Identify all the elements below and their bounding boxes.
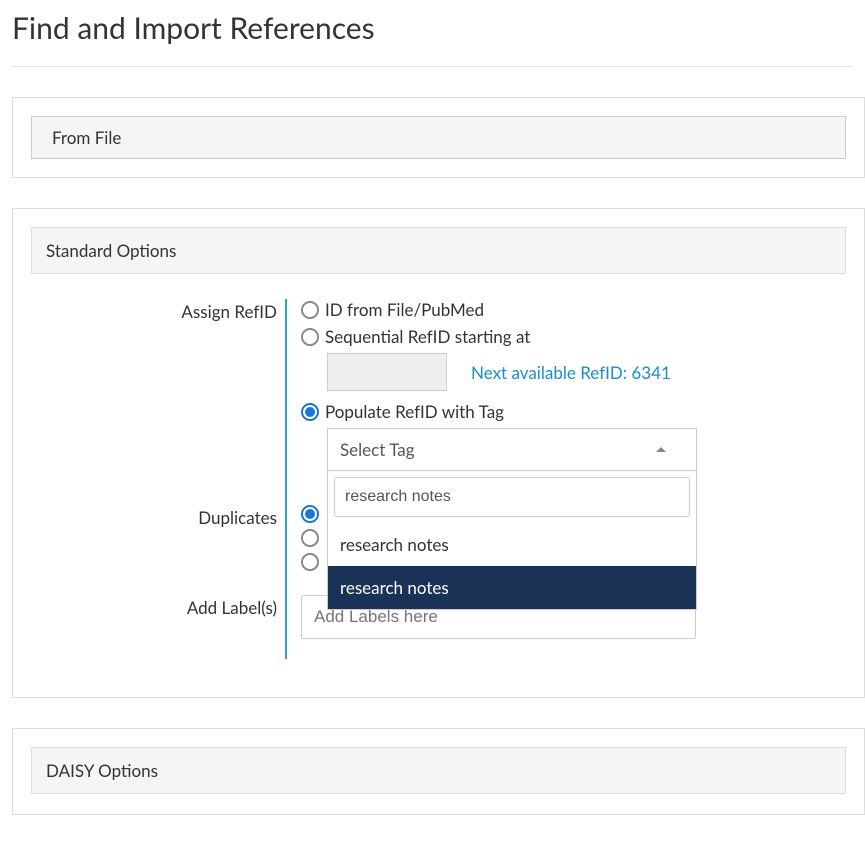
duplicates-label: Duplicates bbox=[151, 507, 281, 528]
source-panel: From File bbox=[12, 97, 865, 178]
radio-icon bbox=[301, 328, 319, 346]
daisy-options-panel: DAISY Options bbox=[12, 728, 865, 815]
standard-options-panel: Standard Options Assign RefID ? ! ID fro… bbox=[12, 208, 865, 698]
chevron-up-icon bbox=[656, 447, 666, 452]
refid-radio-tag-label: Populate RefID with Tag bbox=[325, 401, 504, 422]
title-divider bbox=[12, 66, 853, 67]
source-mode-dropdown[interactable]: From File bbox=[31, 116, 846, 159]
tag-option[interactable]: research notes bbox=[328, 523, 696, 566]
refid-radio-tag[interactable]: Populate RefID with Tag bbox=[301, 401, 846, 422]
standard-options-header: Standard Options bbox=[31, 227, 846, 274]
tag-search-input[interactable] bbox=[334, 477, 690, 517]
radio-icon bbox=[301, 529, 319, 547]
next-available-refid-link[interactable]: Next available RefID: 6341 bbox=[471, 362, 671, 383]
radio-icon bbox=[301, 505, 319, 523]
refid-radio-from-file-label: ID from File/PubMed bbox=[325, 299, 484, 320]
radio-icon bbox=[301, 553, 319, 571]
tag-select[interactable]: Select Tag research notes research notes bbox=[327, 428, 697, 470]
assign-refid-label: Assign RefID bbox=[151, 301, 281, 322]
refid-radio-sequential[interactable]: Sequential RefID starting at bbox=[301, 326, 846, 347]
refid-radio-sequential-label: Sequential RefID starting at bbox=[325, 326, 530, 347]
radio-icon bbox=[301, 403, 319, 421]
tag-option[interactable]: research notes bbox=[328, 566, 696, 609]
daisy-options-header: DAISY Options bbox=[31, 747, 846, 794]
source-mode-label: From File bbox=[52, 127, 121, 148]
radio-icon bbox=[301, 301, 319, 319]
refid-radio-from-file[interactable]: ID from File/PubMed bbox=[301, 299, 846, 320]
tag-select-dropdown: research notes research notes bbox=[327, 470, 697, 610]
tag-select-placeholder: Select Tag bbox=[340, 439, 415, 460]
sequential-start-input bbox=[327, 353, 447, 391]
page-title: Find and Import References bbox=[12, 10, 865, 46]
tag-select-button[interactable]: Select Tag bbox=[327, 428, 697, 470]
add-labels-label: Add Label(s) bbox=[151, 597, 281, 618]
